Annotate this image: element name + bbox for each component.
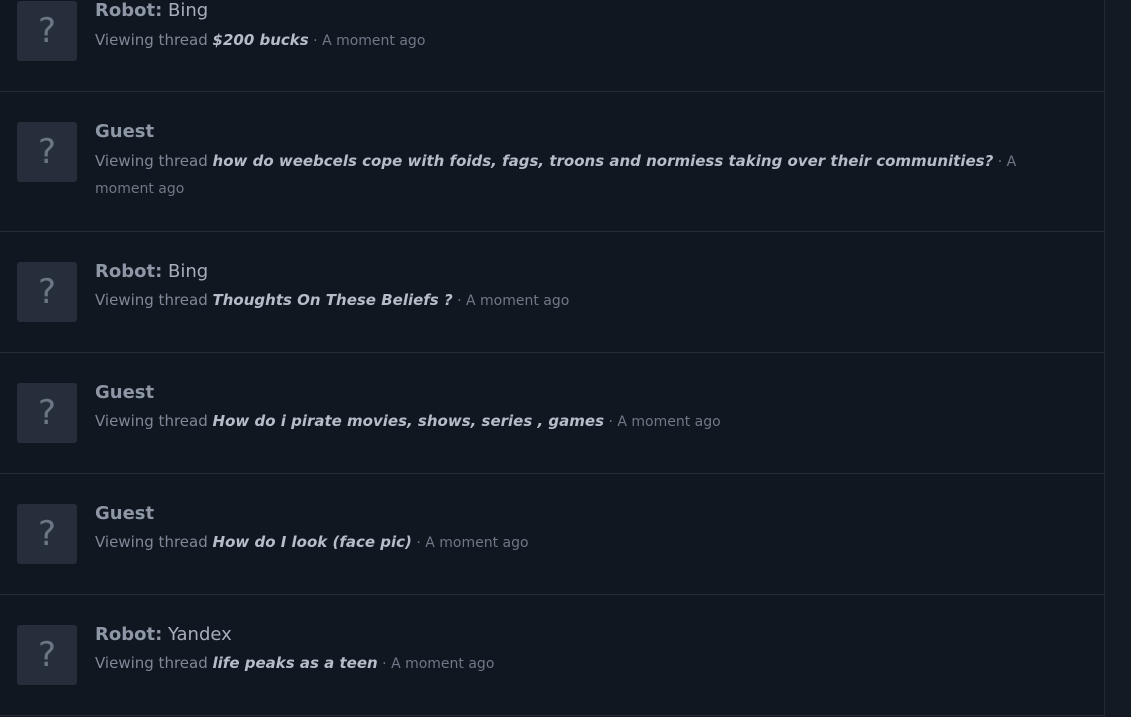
thread-link[interactable]: How do I look (face pic) — [213, 533, 412, 551]
thread-link[interactable]: $200 bucks — [213, 31, 309, 49]
avatar[interactable]: ? — [17, 625, 77, 685]
list-item: ? Guest Viewing thread how do weebcels c… — [0, 92, 1104, 232]
timestamp: A moment ago — [425, 535, 529, 551]
avatar[interactable]: ? — [17, 262, 77, 322]
guest-name: Guest — [95, 382, 155, 403]
thread-link[interactable]: Thoughts On These Beliefs ? — [213, 291, 453, 309]
activity-text: Viewing thread How do I look (face pic) … — [95, 529, 1064, 556]
separator: · — [377, 656, 392, 672]
list-item: ? Robot: Bing Viewing thread Thoughts On… — [0, 232, 1104, 353]
activity-text: Viewing thread how do weebcels cope with… — [95, 148, 1064, 202]
guest-name: Guest — [95, 121, 155, 142]
user-name[interactable]: Guest — [95, 503, 154, 524]
list-item: ? Guest Viewing thread How do i pirate m… — [0, 353, 1104, 474]
list-item: ? Robot: Bing Viewing thread $200 bucks … — [0, 0, 1104, 92]
user-name[interactable]: Guest — [95, 382, 154, 403]
user-name[interactable]: Robot: Bing — [95, 261, 208, 282]
user-name[interactable]: Guest — [95, 121, 154, 142]
avatar[interactable]: ? — [17, 1, 77, 61]
timestamp: A moment ago — [391, 656, 495, 672]
activity-text: Viewing thread $200 bucks · A moment ago — [95, 27, 1064, 54]
separator: · — [604, 414, 618, 430]
robot-prefix: Robot: — [95, 624, 163, 645]
list-item: ? Guest Viewing thread How do I look (fa… — [0, 474, 1104, 595]
robot-name: Bing — [162, 261, 209, 282]
activity-action: Viewing thread — [95, 654, 208, 672]
separator: · — [993, 154, 1007, 170]
separator: · — [411, 535, 426, 551]
activity-action: Viewing thread — [95, 533, 208, 551]
activity-text: Viewing thread life peaks as a teen · A … — [95, 650, 1064, 677]
thread-link[interactable]: How do i pirate movies, shows, series , … — [213, 412, 605, 430]
timestamp: A moment ago — [617, 414, 721, 430]
activity-action: Viewing thread — [95, 152, 208, 170]
thread-link[interactable]: life peaks as a teen — [213, 654, 378, 672]
activity-action: Viewing thread — [95, 31, 208, 49]
robot-prefix: Robot: — [95, 0, 163, 21]
timestamp: A moment ago — [466, 293, 570, 309]
avatar[interactable]: ? — [17, 383, 77, 443]
activity-action: Viewing thread — [95, 412, 208, 430]
guest-name: Guest — [95, 503, 155, 524]
avatar[interactable]: ? — [17, 122, 77, 182]
activity-text: Viewing thread Thoughts On These Beliefs… — [95, 287, 1064, 314]
user-name[interactable]: Robot: Yandex — [95, 624, 232, 645]
avatar[interactable]: ? — [17, 504, 77, 564]
robot-name: Yandex — [162, 624, 232, 645]
timestamp: A moment ago — [322, 33, 426, 49]
separator: · — [308, 33, 323, 49]
online-users-list: ? Robot: Bing Viewing thread $200 bucks … — [0, 0, 1105, 717]
thread-link[interactable]: how do weebcels cope with foids, fags, t… — [213, 152, 994, 170]
robot-prefix: Robot: — [95, 261, 163, 282]
activity-text: Viewing thread How do i pirate movies, s… — [95, 408, 1064, 435]
robot-name: Bing — [162, 0, 209, 21]
scrollbar-track[interactable] — [1105, 0, 1131, 717]
activity-action: Viewing thread — [95, 291, 208, 309]
list-item: ? Robot: Yandex Viewing thread life peak… — [0, 595, 1104, 716]
separator: · — [452, 293, 467, 309]
user-name[interactable]: Robot: Bing — [95, 0, 208, 21]
